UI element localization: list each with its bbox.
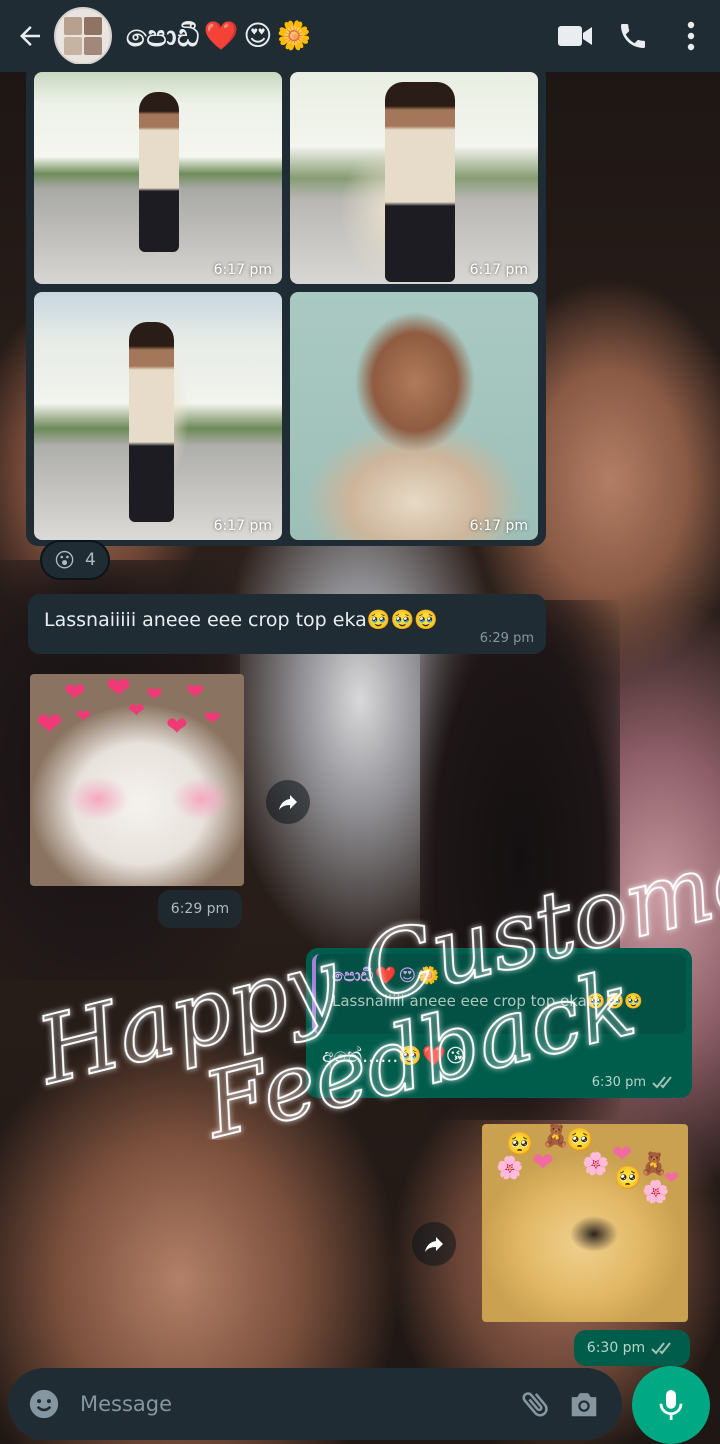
avatar[interactable] (54, 7, 112, 65)
cat-sticker[interactable]: ❤ ❤ ❤ ❤ ❤ ❤ ❤ ❤ ❤ (30, 674, 244, 886)
incoming-message[interactable]: Lassnaiiiii aneee eee crop top eka🥹🥹🥹 6:… (28, 594, 546, 654)
smiley-icon (29, 1389, 59, 1419)
quoted-author: පොඩී ❤️ 😍 🌼 (332, 966, 440, 986)
phone-icon (621, 24, 645, 48)
forward-arrow-icon (425, 1237, 443, 1252)
video-camera-icon (558, 26, 592, 46)
album-photo[interactable]: 6:17 pm (290, 72, 538, 284)
heart-emoji: ❤️ (203, 19, 240, 52)
sticker-timestamp: 6:30 pm (574, 1330, 690, 1366)
forward-button[interactable] (266, 780, 310, 824)
album-photo[interactable]: 6:17 pm (34, 72, 282, 284)
video-call-button[interactable] (546, 7, 604, 65)
camera-icon (571, 1393, 597, 1417)
forward-arrow-icon (279, 795, 297, 810)
paperclip-icon (522, 1392, 548, 1417)
photo-timestamp: 6:17 pm (469, 262, 528, 278)
header-actions (546, 7, 720, 65)
chat-header: පොඩී ❤️ 😍 🌼 (0, 0, 720, 72)
photo-timestamp: 6:17 pm (469, 518, 528, 534)
quoted-message[interactable]: පොඩී ❤️ 😍 🌼 Lassnaiiiii aneee eee crop t… (312, 954, 686, 1034)
outgoing-reply-message[interactable]: පොඩී ❤️ 😍 🌼 Lassnaiiiii aneee eee crop t… (306, 948, 692, 1098)
media-album-bubble[interactable]: 6:17 pm 6:17 pm 6:17 pm 6:17 pm (26, 64, 546, 546)
album-photo[interactable]: 6:17 pm (290, 292, 538, 540)
message-text: අනේ......🥹❤️😘 (322, 1045, 466, 1067)
quoted-text: Lassnaiiiii aneee eee crop top eka🥹🥹🥹 (332, 992, 643, 1010)
forward-button[interactable] (412, 1222, 456, 1266)
dog-sticker[interactable]: 🥺 🧸 🥺 🌸 ❤ 🌸 ❤ 🧸 🥺 🌸 ❤ (482, 1124, 688, 1322)
contact-name-text: පොඩී (126, 18, 200, 54)
reaction-count: 4 (85, 550, 96, 570)
reaction-badge[interactable]: 😮 4 (40, 540, 110, 580)
microphone-icon (659, 1390, 683, 1420)
album-photo[interactable]: 6:17 pm (34, 292, 282, 540)
heart-eyes-emoji: 😍 (398, 966, 417, 986)
contact-name[interactable]: පොඩී ❤️ 😍 🌼 (126, 19, 312, 54)
message-meta: 6:30 pm (592, 1074, 678, 1090)
attach-button[interactable] (512, 1380, 560, 1428)
message-input[interactable] (80, 1382, 512, 1426)
more-options-button[interactable] (662, 7, 720, 65)
message-timestamp: 6:29 pm (479, 631, 534, 646)
back-button[interactable] (6, 12, 54, 60)
emoji-button[interactable] (22, 1382, 66, 1426)
photo-timestamp: 6:17 pm (213, 518, 272, 534)
more-vertical-icon (687, 21, 695, 51)
message-timestamp: 6:30 pm (591, 1074, 646, 1090)
flower-emoji: 🌼 (418, 966, 440, 986)
sticker-timestamp: 6:29 pm (158, 890, 242, 928)
surprised-emoji: 😮 (54, 548, 76, 572)
double-check-icon (651, 1342, 671, 1355)
camera-button[interactable] (560, 1380, 608, 1428)
message-text: Lassnaiiiii aneee eee crop top eka🥹🥹🥹 (44, 609, 438, 631)
voice-call-button[interactable] (604, 7, 662, 65)
photo-timestamp: 6:17 pm (213, 262, 272, 278)
heart-eyes-emoji: 😍 (243, 19, 273, 52)
flower-emoji: 🌼 (276, 19, 313, 52)
voice-message-button[interactable] (632, 1366, 710, 1444)
heart-emoji: ❤️ (375, 966, 397, 986)
double-check-icon (652, 1076, 672, 1089)
message-composer (8, 1368, 622, 1440)
arrow-left-icon (20, 26, 40, 46)
